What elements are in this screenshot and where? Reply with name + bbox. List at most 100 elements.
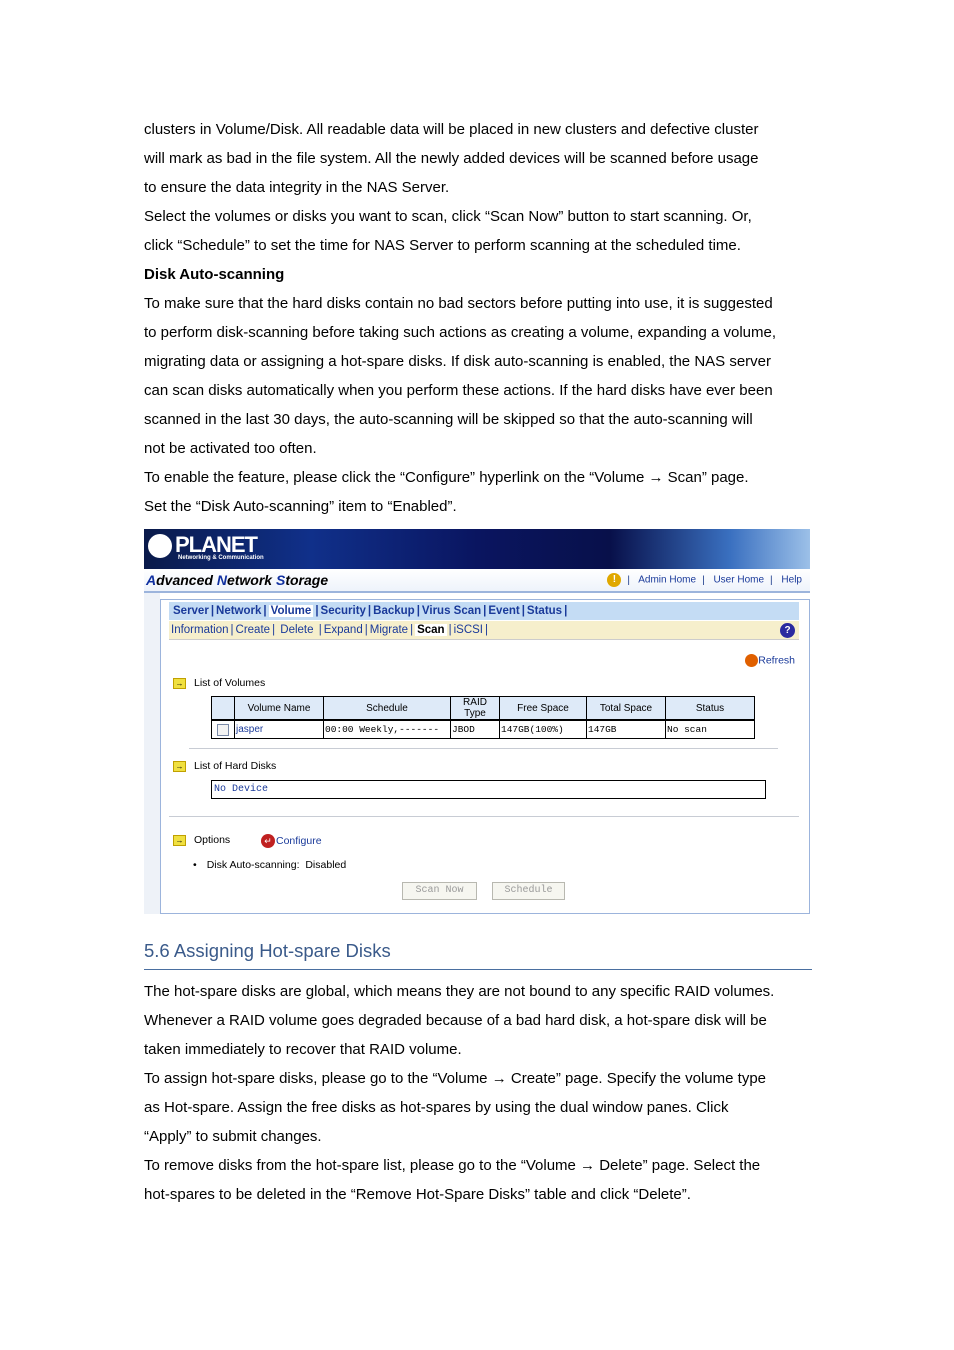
tab-virus-scan[interactable]: Virus Scan (422, 605, 481, 617)
options-section-title: → Options (173, 834, 230, 846)
volume-raid-type: JBOD (450, 720, 500, 739)
auto-scan-option: • Disk Auto-scanning: Disabled (193, 859, 346, 871)
text-line: taken immediately to recover that RAID v… (144, 1041, 462, 1058)
subtab-information[interactable]: Information (171, 624, 229, 636)
configure-icon: ↵ (261, 834, 275, 848)
text-line: To enable the feature, please click the … (144, 469, 749, 486)
row-select (212, 720, 235, 739)
volume-schedule: 00:00 Weekly,------- (323, 720, 451, 739)
top-links: ! | Admin Home | User Home | Help (607, 573, 802, 587)
warning-icon[interactable]: ! (607, 573, 622, 587)
scan-now-button[interactable]: Scan Now (402, 882, 477, 900)
subtab-migrate[interactable]: Migrate (370, 624, 408, 636)
help-link[interactable]: Help (781, 575, 802, 586)
tab-server[interactable]: Server (173, 605, 209, 617)
text-line: To remove disks from the hot-spare list,… (144, 1157, 761, 1174)
refresh-button[interactable]: Refresh (745, 654, 795, 667)
logo-globe-icon (148, 534, 172, 559)
subtab-create[interactable]: Create (236, 624, 271, 636)
col-raid-type: RAID Type (450, 696, 500, 721)
table-header: Volume Name Schedule RAID Type Free Spac… (211, 696, 755, 721)
divider (169, 816, 799, 817)
heading-rule (144, 969, 812, 970)
text-line: hot-spares to be deleted in the “Remove … (144, 1186, 691, 1203)
volumes-title: List of Volumes (194, 677, 266, 689)
volumes-table: Volume Name Schedule RAID Type Free Spac… (211, 696, 755, 739)
options-title: Options (194, 834, 231, 846)
tab-volume[interactable]: Volume (268, 605, 314, 617)
tab-security[interactable]: Security (321, 605, 366, 617)
disks-section-title: → List of Hard Disks (173, 760, 276, 772)
text-line: To assign hot-spare disks, please go to … (144, 1070, 767, 1087)
logo-text: PLANET (175, 532, 258, 557)
text-line: clusters in Volume/Disk. All readable da… (144, 121, 759, 138)
main-nav: Server | Network | Volume | Security | Backup | Vi… (169, 602, 799, 620)
volume-checkbox[interactable] (217, 723, 229, 736)
app-title: Advanced Network Storage (146, 572, 329, 588)
content-panel: Server | Network | Volume | Security | Backup | Vi… (160, 599, 810, 914)
subtab-delete[interactable]: Delete (280, 624, 313, 636)
auto-scan-value: Disabled (305, 859, 347, 871)
arrow-icon: → (173, 677, 186, 689)
subtab-scan[interactable]: Scan (415, 624, 447, 636)
auto-scan-label: Disk Auto-scanning: (206, 859, 300, 871)
volume-free-space: 147GB(100%) (499, 720, 587, 739)
col-total-space: Total Space (586, 696, 666, 721)
title-bar: Advanced Network Storage ! | Admin Home | … (144, 569, 810, 593)
text-line: “Apply” to submit changes. (144, 1128, 322, 1145)
bullet-icon: • (193, 859, 197, 871)
user-home-link[interactable]: User Home (713, 575, 764, 586)
text-line: will mark as bad in the file system. All… (144, 150, 759, 167)
col-schedule: Schedule (323, 696, 451, 721)
text-line: Select the volumes or disks you want to … (144, 208, 752, 225)
text-line: to perform disk-scanning before taking s… (144, 324, 777, 341)
text-line: click “Schedule” to set the time for NAS… (144, 237, 741, 254)
col-select (211, 696, 235, 721)
volumes-section-title: → List of Volumes (173, 677, 265, 689)
refresh-label: Refresh (758, 654, 795, 667)
hotspare-paragraph: The hot-spare disks are global, which me… (144, 977, 824, 1209)
volume-status: No scan (665, 720, 755, 739)
text-line: To make sure that the hard disks contain… (144, 295, 773, 312)
intro-paragraph: clusters in Volume/Disk. All readable da… (144, 115, 824, 521)
text-line: can scan disks automatically when you pe… (144, 382, 773, 399)
subtab-expand[interactable]: Expand (324, 624, 363, 636)
left-margin (144, 593, 160, 914)
admin-home-link[interactable]: Admin Home (638, 575, 696, 586)
text-line: Whenever a RAID volume goes degraded bec… (144, 1012, 767, 1029)
col-free-space: Free Space (499, 696, 587, 721)
tab-event[interactable]: Event (488, 605, 519, 617)
text-line: Set the “Disk Auto-scanning” item to “En… (144, 498, 457, 515)
tab-network[interactable]: Network (216, 605, 261, 617)
schedule-button[interactable]: Schedule (492, 882, 565, 900)
col-volume-name: Volume Name (234, 696, 324, 721)
section-heading: 5.6 Assigning Hot-spare Disks (144, 940, 391, 961)
col-status: Status (665, 696, 755, 721)
logo-subtitle: Networking & Communication (178, 555, 264, 561)
banner: PLANET Networking & Communication (144, 529, 810, 569)
tab-status[interactable]: Status (527, 605, 562, 617)
volume-name-link[interactable]: jasper (234, 720, 324, 739)
table-row: jasper 00:00 Weekly,------- JBOD 147GB(1… (212, 720, 755, 739)
volume-total-space: 147GB (586, 720, 666, 739)
arrow-icon: → (173, 834, 186, 846)
configure-label: Configure (276, 834, 322, 847)
text-line: as Hot-spare. Assign the free disks as h… (144, 1099, 729, 1116)
text-line: migrating data or assigning a hot-spare … (144, 353, 771, 370)
arrow-icon: → (173, 760, 186, 772)
refresh-icon (745, 654, 759, 667)
text-line: The hot-spare disks are global, which me… (144, 983, 775, 1000)
text-line: scanned in the last 30 days, the auto-sc… (144, 411, 753, 428)
subheading-auto-scanning: Disk Auto-scanning (144, 266, 285, 283)
text-line: not be activated too often. (144, 440, 317, 457)
text-line: to ensure the data integrity in the NAS … (144, 179, 450, 196)
sub-nav: Information | Create | Delete | Expand | Migra… (169, 621, 799, 640)
configure-link[interactable]: ↵ Configure (261, 834, 322, 848)
disks-title: List of Hard Disks (194, 760, 277, 772)
no-device-box: No Device (211, 780, 766, 799)
divider (189, 748, 778, 749)
tab-backup[interactable]: Backup (373, 605, 415, 617)
nas-screenshot: PLANET Networking & Communication Advanc… (144, 529, 810, 914)
subtab-iscsi[interactable]: iSCSI (454, 624, 483, 636)
help-icon[interactable]: ? (780, 623, 795, 638)
